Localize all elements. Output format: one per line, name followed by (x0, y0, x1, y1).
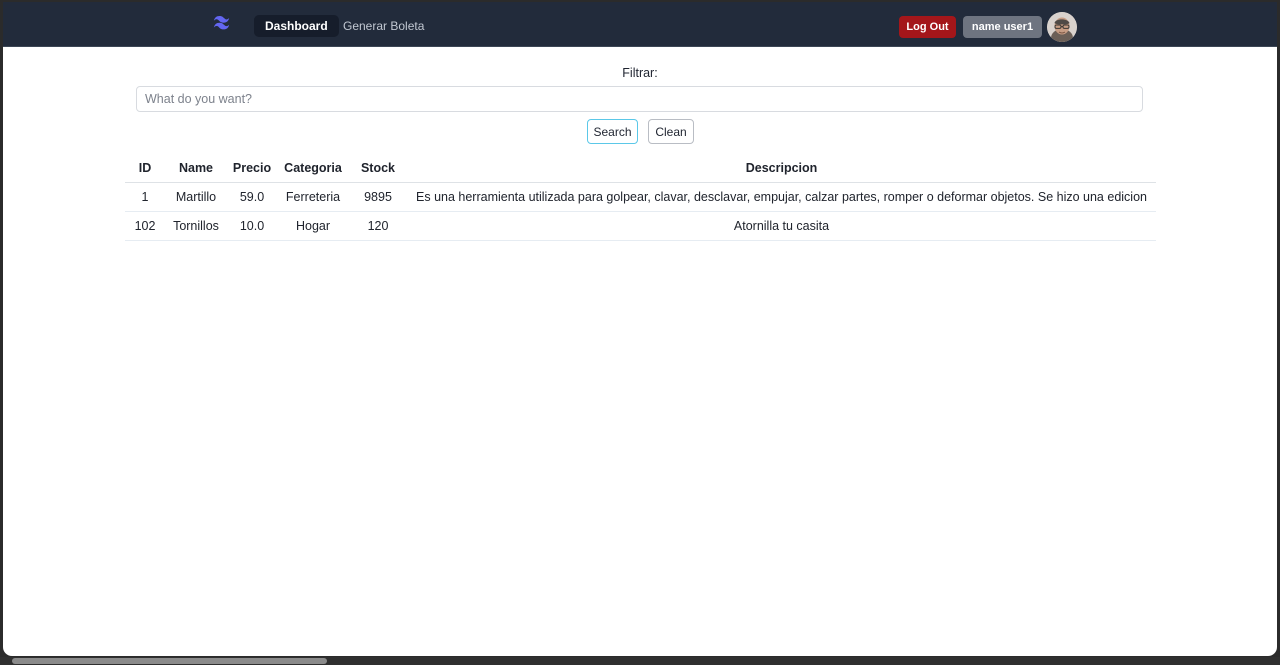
cell-id: 1 (125, 183, 165, 212)
cell-precio: 59.0 (227, 183, 277, 212)
table-row[interactable]: 102 Tornillos 10.0 Hogar 120 Atornilla t… (125, 212, 1156, 241)
column-header-descripcion: Descripcion (407, 161, 1156, 183)
tailwind-wave-logo-icon (210, 13, 242, 35)
cell-precio: 10.0 (227, 212, 277, 241)
cell-id: 102 (125, 212, 165, 241)
cell-stock: 9895 (349, 183, 407, 212)
search-button[interactable]: Search (587, 119, 638, 144)
search-input[interactable] (136, 86, 1143, 112)
column-header-id: ID (125, 161, 165, 183)
table-body: 1 Martillo 59.0 Ferreteria 9895 Es una h… (125, 183, 1156, 241)
top-navbar: Dashboard Generar Boleta Log Out name us… (3, 2, 1277, 47)
column-header-categoria: Categoria (277, 161, 349, 183)
logout-button[interactable]: Log Out (899, 16, 956, 38)
cell-categoria: Hogar (277, 212, 349, 241)
username-button[interactable]: name user1 (963, 16, 1042, 38)
nav-item-generar-boleta[interactable]: Generar Boleta (343, 15, 424, 37)
cell-categoria: Ferreteria (277, 183, 349, 212)
column-header-precio: Precio (227, 161, 277, 183)
user-avatar[interactable] (1047, 12, 1077, 42)
cell-name: Martillo (165, 183, 227, 212)
table-header-row: ID Name Precio Categoria Stock Descripci… (125, 161, 1156, 183)
browser-frame: Dashboard Generar Boleta Log Out name us… (0, 0, 1280, 665)
clean-button[interactable]: Clean (648, 119, 694, 144)
table-row[interactable]: 1 Martillo 59.0 Ferreteria 9895 Es una h… (125, 183, 1156, 212)
nav-item-dashboard[interactable]: Dashboard (254, 15, 339, 37)
table-header: ID Name Precio Categoria Stock Descripci… (125, 161, 1156, 183)
cell-name: Tornillos (165, 212, 227, 241)
column-header-stock: Stock (349, 161, 407, 183)
page-viewport: Dashboard Generar Boleta Log Out name us… (3, 2, 1277, 656)
cell-descripcion: Atornilla tu casita (407, 212, 1156, 241)
horizontal-scrollbar-thumb[interactable] (12, 658, 327, 664)
products-table: ID Name Precio Categoria Stock Descripci… (125, 161, 1156, 241)
cell-stock: 120 (349, 212, 407, 241)
filter-label: Filtrar: (3, 66, 1277, 80)
cell-descripcion: Es una herramienta utilizada para golpea… (407, 183, 1156, 212)
column-header-name: Name (165, 161, 227, 183)
